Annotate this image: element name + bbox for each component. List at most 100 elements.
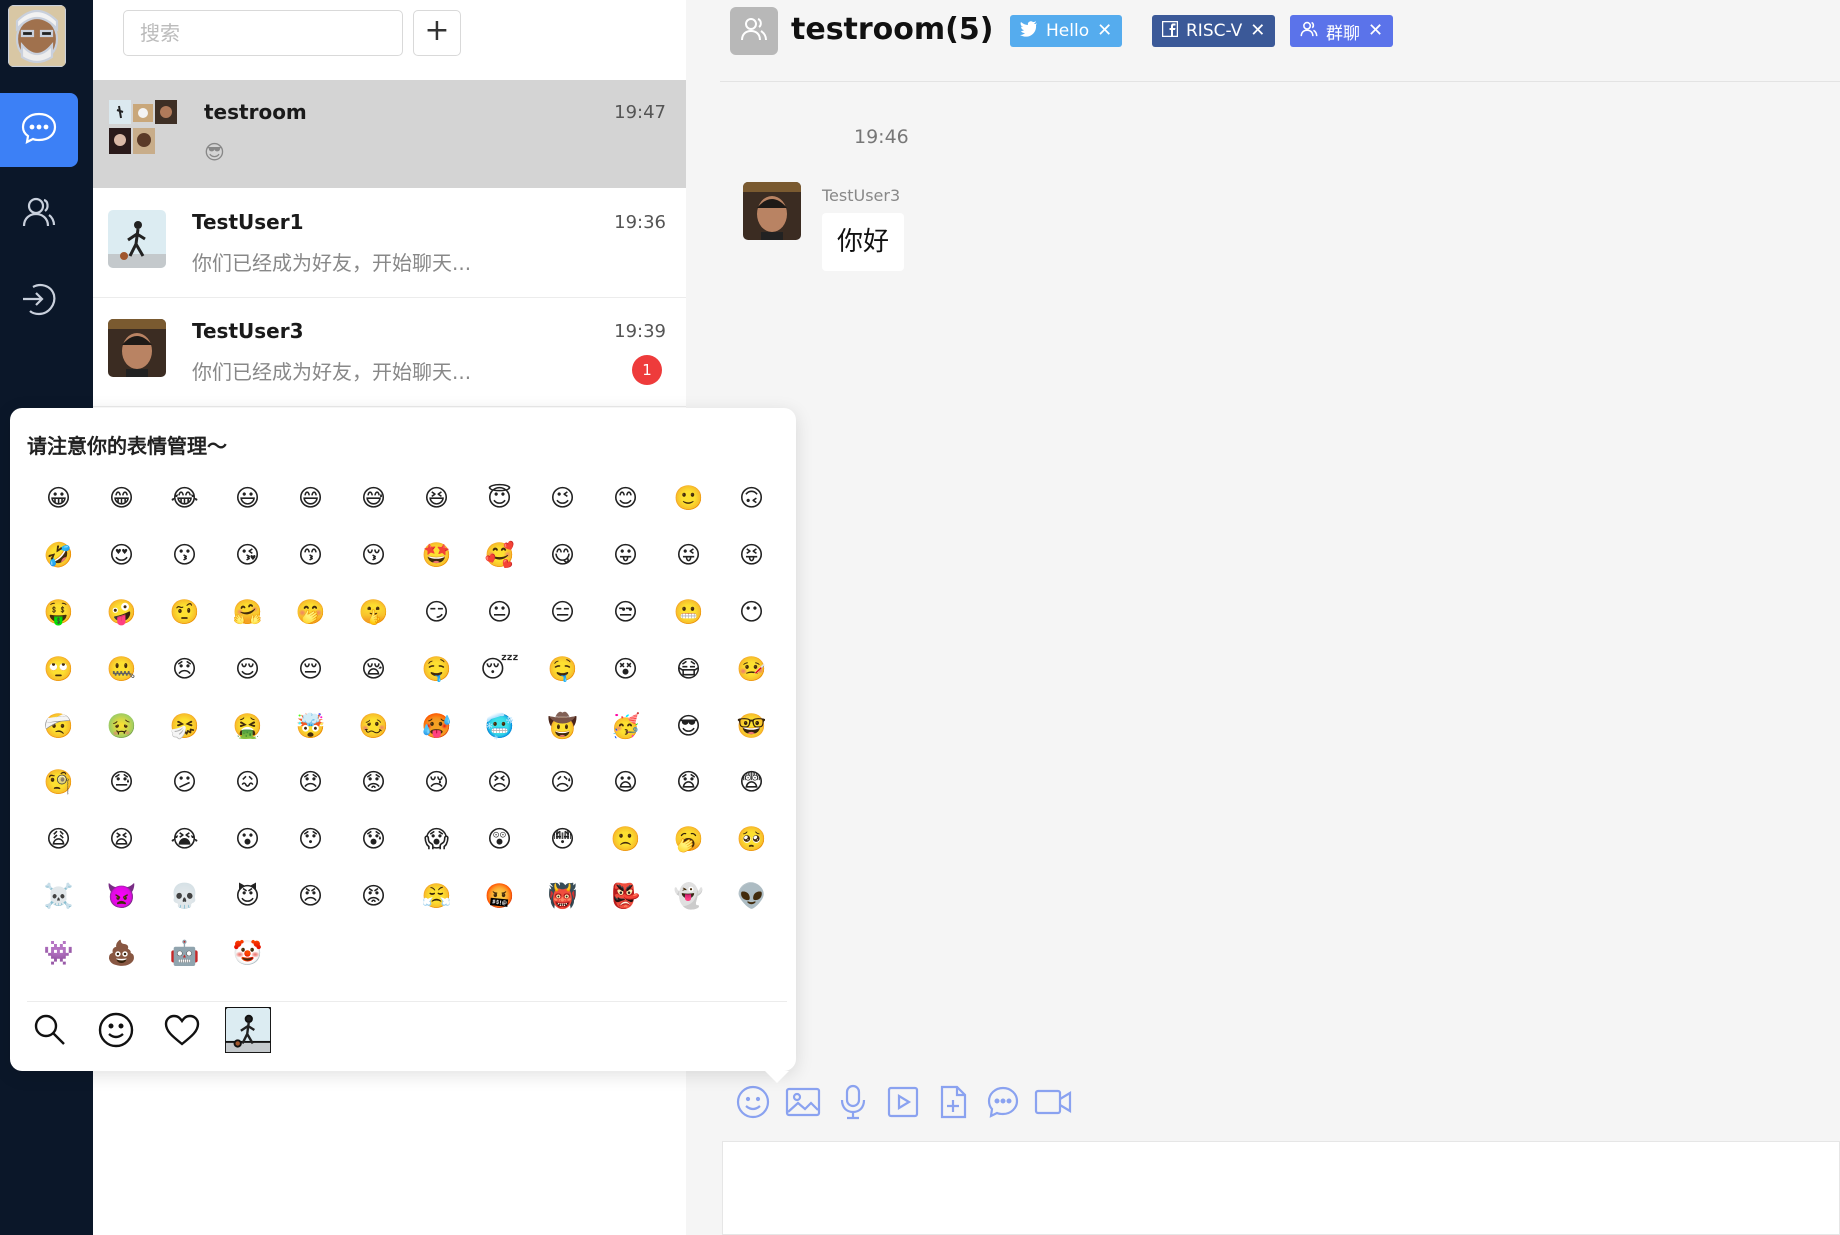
emoji-item[interactable]: 😌	[216, 640, 279, 697]
emoji-item[interactable]: 😦	[594, 754, 657, 811]
emoji-item[interactable]: 😫	[90, 811, 153, 868]
emoji-item[interactable]: 😩	[27, 811, 90, 868]
nav-chat[interactable]	[0, 93, 78, 167]
emoji-item[interactable]: 🤤	[531, 640, 594, 697]
emoji-item[interactable]: 🥶	[468, 697, 531, 754]
emoji-item[interactable]: 😬	[657, 584, 720, 641]
emoji-item[interactable]: 😍	[90, 527, 153, 584]
emoji-tab-stickers[interactable]	[224, 1006, 272, 1055]
emoji-button[interactable]	[735, 1085, 771, 1122]
emoji-item[interactable]: 😈	[216, 868, 279, 925]
emoji-item[interactable]: 🤡	[216, 924, 279, 981]
emoji-item[interactable]: 😪	[342, 640, 405, 697]
emoji-item[interactable]: 🥵	[405, 697, 468, 754]
emoji-item[interactable]: 🙃	[720, 470, 783, 527]
emoji-item[interactable]: 😑	[531, 584, 594, 641]
emoji-item[interactable]: 😊	[594, 470, 657, 527]
emoji-item[interactable]: 😮	[216, 811, 279, 868]
emoji-item[interactable]: 😡	[342, 868, 405, 925]
video-call-button[interactable]	[1034, 1086, 1072, 1122]
emoji-tab-favorites[interactable]	[159, 1009, 205, 1055]
emoji-item[interactable]: 😯	[279, 811, 342, 868]
emoji-item[interactable]: 🤧	[153, 697, 216, 754]
emoji-item[interactable]: 🙁	[594, 811, 657, 868]
nav-logout[interactable]	[0, 264, 78, 338]
emoji-item[interactable]: 😄	[279, 470, 342, 527]
emoji-item[interactable]: 😳	[531, 811, 594, 868]
tag-group-chat[interactable]: 群聊 ✕	[1290, 15, 1394, 47]
emoji-item[interactable]: 😭	[153, 811, 216, 868]
emoji-item[interactable]: 😒	[594, 584, 657, 641]
emoji-item[interactable]: 😀	[27, 470, 90, 527]
emoji-item[interactable]: 🥳	[594, 697, 657, 754]
emoji-item[interactable]: 👽	[720, 868, 783, 925]
emoji-item[interactable]: 😕	[153, 754, 216, 811]
emoji-item[interactable]: 😗	[153, 527, 216, 584]
voice-button[interactable]	[835, 1084, 871, 1122]
tag-risc-v[interactable]: RISC-V ✕	[1152, 15, 1276, 47]
emoji-item[interactable]: 😷	[657, 640, 720, 697]
emoji-item[interactable]: 😆	[405, 470, 468, 527]
emoji-item[interactable]: 🥴	[342, 697, 405, 754]
emoji-tab-search[interactable]	[27, 1009, 73, 1055]
emoji-item[interactable]: 🥺	[720, 811, 783, 868]
emoji-item[interactable]: 🤓	[720, 697, 783, 754]
emoji-item[interactable]: 🤗	[216, 584, 279, 641]
emoji-item[interactable]: 😠	[279, 868, 342, 925]
emoji-item[interactable]: 😁	[90, 470, 153, 527]
emoji-item[interactable]: 😱	[405, 811, 468, 868]
emoji-item[interactable]: 😤	[405, 868, 468, 925]
emoji-item[interactable]: 🤐	[90, 640, 153, 697]
emoji-item[interactable]: 🤒	[720, 640, 783, 697]
sender-avatar[interactable]	[743, 182, 801, 240]
emoji-item[interactable]: 😏	[405, 584, 468, 641]
file-button[interactable]	[935, 1085, 971, 1122]
emoji-item[interactable]: 😰	[342, 811, 405, 868]
emoji-item[interactable]: 👾	[27, 924, 90, 981]
close-icon[interactable]: ✕	[1368, 22, 1383, 40]
emoji-item[interactable]: 😲	[468, 811, 531, 868]
emoji-item[interactable]: 😵	[594, 640, 657, 697]
close-icon[interactable]: ✕	[1250, 22, 1265, 40]
emoji-item[interactable]: 😉	[531, 470, 594, 527]
tag-hello[interactable]: Hello ✕	[1010, 15, 1123, 47]
emoji-item[interactable]: 🤣	[27, 527, 90, 584]
add-button[interactable]: +	[413, 10, 461, 56]
emoji-item[interactable]: 🤑	[27, 584, 90, 641]
emoji-item[interactable]: 😞	[153, 640, 216, 697]
emoji-item[interactable]: 😣	[468, 754, 531, 811]
emoji-item[interactable]: 🤫	[342, 584, 405, 641]
user-avatar[interactable]	[8, 5, 66, 67]
emoji-item[interactable]: 😋	[531, 527, 594, 584]
search-input[interactable]	[123, 10, 403, 56]
emoji-item[interactable]: 😜	[657, 527, 720, 584]
emoji-item[interactable]: 🤨	[153, 584, 216, 641]
close-icon[interactable]: ✕	[1097, 22, 1112, 40]
emoji-item[interactable]: 😚	[342, 527, 405, 584]
emoji-item[interactable]: 🙄	[27, 640, 90, 697]
emoji-item[interactable]: 😝	[720, 527, 783, 584]
emoji-item[interactable]: 😨	[720, 754, 783, 811]
emoji-item[interactable]: 🤬	[468, 868, 531, 925]
video-file-button[interactable]	[885, 1086, 921, 1122]
emoji-tab-smileys[interactable]	[93, 1009, 139, 1055]
emoji-item[interactable]: 🤮	[216, 697, 279, 754]
emoji-item[interactable]: 😂	[153, 470, 216, 527]
emoji-item[interactable]: 😥	[531, 754, 594, 811]
room-avatar[interactable]	[730, 7, 778, 55]
emoji-item[interactable]: 🤪	[90, 584, 153, 641]
emoji-item[interactable]: 🤤	[405, 640, 468, 697]
emoji-item[interactable]: 🥱	[657, 811, 720, 868]
emoji-item[interactable]: 😐	[468, 584, 531, 641]
emoji-item[interactable]: 👺	[594, 868, 657, 925]
emoji-item[interactable]: 🧐	[27, 754, 90, 811]
emoji-item[interactable]: 🤢	[90, 697, 153, 754]
conversation-item-testuser1[interactable]: TestUser1 19:36 你们已经成为好友，开始聊天...	[93, 190, 686, 298]
nav-contacts[interactable]	[0, 177, 78, 251]
message-input[interactable]	[722, 1141, 1840, 1235]
more-chat-button[interactable]	[985, 1086, 1021, 1122]
emoji-item[interactable]: 😃	[216, 470, 279, 527]
emoji-item[interactable]: 😧	[657, 754, 720, 811]
emoji-item[interactable]: 😢	[405, 754, 468, 811]
emoji-item[interactable]: 😴	[468, 640, 531, 697]
